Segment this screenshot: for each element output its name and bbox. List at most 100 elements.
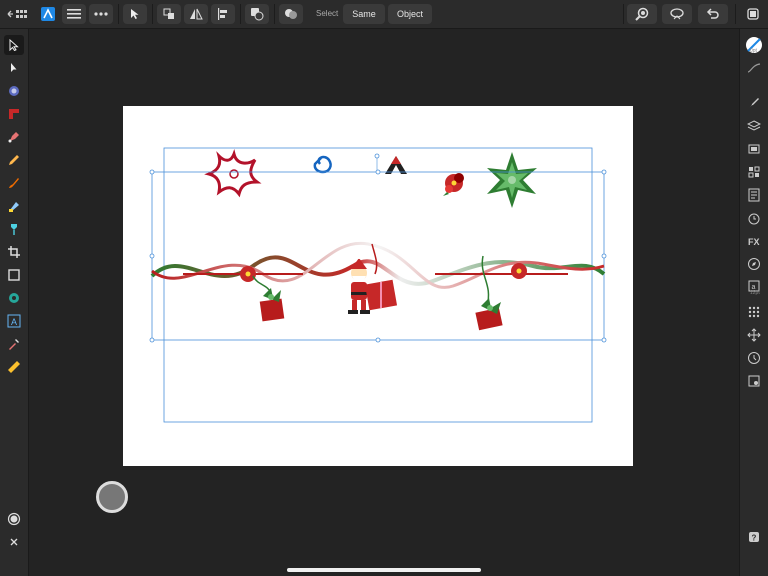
color-picker-tool[interactable] (4, 334, 24, 354)
blue-swirl-shape[interactable] (313, 155, 332, 174)
hamburger-icon (67, 9, 81, 19)
menu-button[interactable] (62, 4, 86, 24)
glyph-browser-button[interactable] (744, 302, 764, 322)
corner-icon (9, 109, 19, 119)
pen-tool[interactable] (4, 127, 24, 147)
transparency-tool[interactable] (4, 219, 24, 239)
studio-toggle-button[interactable] (744, 4, 762, 24)
quick-action-button[interactable] (96, 481, 128, 513)
arrange-icon (163, 8, 174, 19)
compass-icon (748, 258, 760, 270)
text-styles-panel-button[interactable] (744, 185, 764, 205)
svg-text:FX: FX (748, 237, 760, 247)
undo-icon (706, 8, 719, 19)
text-styles-icon (748, 188, 760, 202)
brushes-icon (749, 98, 759, 108)
documents-button[interactable] (6, 4, 32, 24)
snapshots-panel-button[interactable] (744, 348, 764, 368)
select-object-button[interactable]: Object (388, 4, 432, 24)
fill-brush-icon (9, 202, 19, 212)
geometry-add-icon (251, 8, 264, 21)
view-quality-icon (670, 8, 684, 20)
artwork (149, 147, 607, 423)
toolbar-divider (240, 4, 241, 24)
poinsettia-outline-shape[interactable] (204, 148, 262, 198)
vector-brush-tool[interactable] (4, 81, 24, 101)
grid-dots-icon (748, 306, 760, 318)
shape-cog-icon (9, 293, 19, 303)
more-button[interactable] (89, 4, 113, 24)
help-icon: ? (749, 532, 759, 543)
crop-tool[interactable] (4, 242, 24, 262)
toolbar-divider (118, 4, 119, 24)
record-icon (7, 512, 21, 526)
pen-icon (8, 132, 19, 143)
panel-icon (747, 8, 759, 20)
boolean-button[interactable] (279, 4, 303, 24)
record-button[interactable] (4, 509, 24, 529)
node-tool[interactable] (4, 58, 24, 78)
stroke-panel-button[interactable] (744, 58, 764, 78)
tools-panel: A (0, 29, 29, 576)
navigator-icon (748, 166, 760, 178)
ribbon-garland[interactable] (150, 241, 606, 289)
appearance-panel-button[interactable] (744, 254, 764, 274)
align-left-icon (218, 8, 227, 20)
snapping-button[interactable] (627, 4, 657, 24)
document-canvas[interactable] (123, 106, 633, 466)
history-panel-button[interactable] (744, 208, 764, 228)
boolean-shapes-icon (285, 9, 297, 19)
magnet-search-icon (635, 7, 649, 21)
pointer-icon (131, 9, 139, 19)
toolbar-divider (274, 4, 275, 24)
arrange-button[interactable] (157, 4, 181, 24)
artistic-text-tool[interactable]: A (4, 311, 24, 331)
navigator-panel-button[interactable] (744, 162, 764, 182)
assets-panel-button[interactable] (744, 371, 764, 391)
effects-panel-button[interactable]: FX (744, 231, 764, 251)
shape-tool[interactable] (4, 288, 24, 308)
geometry-button[interactable] (245, 4, 269, 24)
stroke-width-label: 0pt (750, 48, 757, 54)
fill-tool[interactable] (4, 196, 24, 216)
pencil-tool[interactable] (4, 150, 24, 170)
poinsettia-flower-small[interactable] (443, 173, 464, 196)
measure-tool[interactable] (4, 357, 24, 377)
alarm-clock-icon (748, 213, 760, 225)
transform-panel-button[interactable] (744, 139, 764, 159)
corner-tool[interactable] (4, 104, 24, 124)
back-grid-icon (7, 10, 27, 18)
stroke-curve-icon (747, 63, 761, 73)
undo-button[interactable] (698, 4, 728, 24)
flip-button[interactable] (184, 4, 208, 24)
align-button[interactable] (211, 4, 235, 24)
settings-cube-icon (748, 375, 760, 387)
top-toolbar: Select Same Object (0, 0, 768, 29)
clock-icon (748, 352, 760, 364)
rectangle-tool[interactable] (4, 265, 24, 285)
select-label: Select (316, 9, 339, 18)
toolbar-divider (735, 4, 736, 24)
crop-icon (8, 246, 20, 258)
layers-panel-button[interactable] (744, 116, 764, 136)
vector-brush-tool-2[interactable] (4, 173, 24, 193)
close-tool-button[interactable] (4, 532, 24, 552)
symbols-panel-button[interactable] (744, 325, 764, 345)
studio-panel: 0pt FX a 12pt ? (739, 29, 768, 576)
help-button[interactable]: ? (744, 527, 764, 547)
move-arrows-icon (747, 328, 761, 342)
eyedropper-icon (9, 339, 19, 350)
svg-text:A: A (11, 317, 17, 327)
brushes-panel-button[interactable] (744, 93, 764, 113)
move-tool[interactable] (4, 35, 24, 55)
view-mode-button[interactable] (662, 4, 692, 24)
transform-icon (748, 144, 760, 154)
move-tool-button[interactable] (123, 4, 147, 24)
select-same-button[interactable]: Same (343, 4, 385, 24)
santa-with-gift[interactable] (348, 243, 398, 314)
designer-persona-button[interactable] (38, 4, 58, 24)
home-indicator (287, 568, 481, 572)
rectangle-icon (8, 269, 20, 281)
green-bow-star[interactable] (487, 152, 537, 208)
spiral-icon (9, 86, 19, 96)
